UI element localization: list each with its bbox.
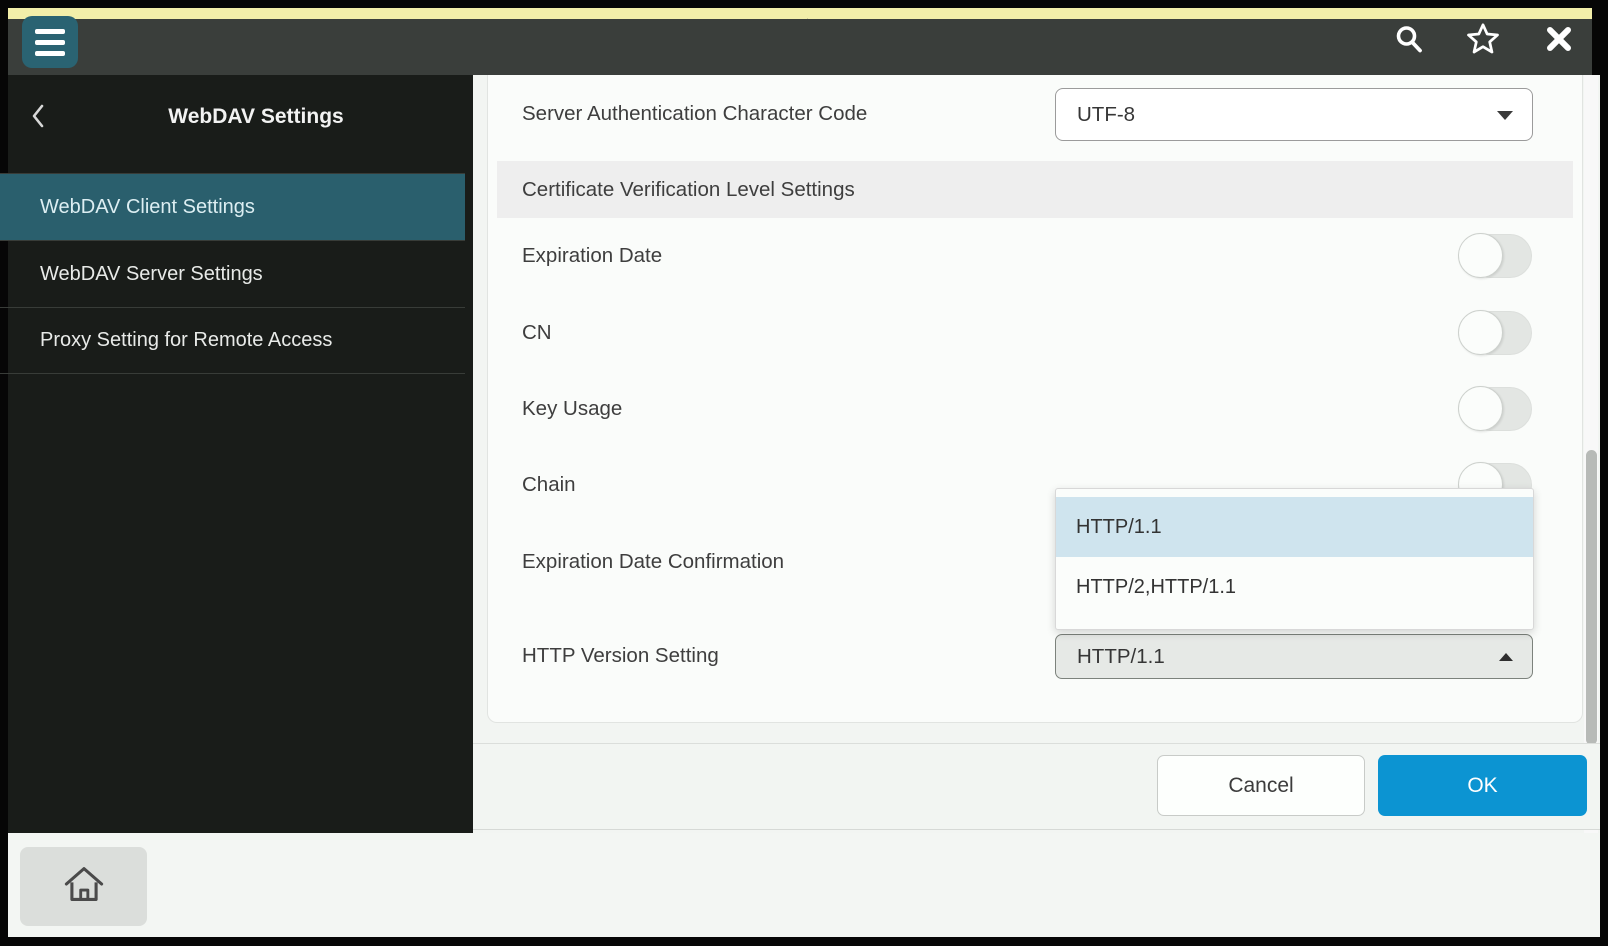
sidebar-item-proxy-setting-remote-access[interactable]: Proxy Setting for Remote Access [0, 307, 465, 374]
sidebar-list: WebDAV Client Settings WebDAV Server Set… [0, 173, 465, 374]
home-button[interactable] [20, 847, 147, 926]
toggle-knob [1458, 386, 1503, 431]
toggle-label-expiration-date-confirmation: Expiration Date Confirmation [522, 550, 784, 574]
bottom-bar [8, 833, 1600, 937]
back-button[interactable] [28, 104, 48, 132]
toggle-label-cn: CN [522, 321, 552, 345]
favorites-button[interactable] [1466, 24, 1500, 58]
star-icon [1466, 22, 1500, 61]
toggle-label-chain: Chain [522, 473, 576, 497]
cancel-button[interactable]: Cancel [1157, 755, 1365, 816]
hamburger-icon [35, 40, 65, 45]
http-version-label: HTTP Version Setting [522, 644, 719, 668]
toggle-knob [1458, 233, 1503, 278]
char-code-value: UTF-8 [1056, 103, 1135, 127]
toggle-label-key-usage: Key Usage [522, 397, 622, 421]
toggle-cn[interactable] [1458, 311, 1532, 355]
header-bar [8, 19, 1592, 75]
ok-button[interactable]: OK [1378, 755, 1587, 816]
sidebar-item-webdav-server-settings[interactable]: WebDAV Server Settings [0, 240, 465, 307]
remote-ui-screen: ««◆»» [0, 0, 1608, 946]
sidebar-item-webdav-client-settings[interactable]: WebDAV Client Settings [0, 173, 465, 240]
chevron-down-icon [1497, 111, 1513, 120]
toggle-key-usage[interactable] [1458, 387, 1532, 431]
http-version-dropdown-menu: HTTP/1.1 HTTP/2,HTTP/1.1 [1055, 488, 1534, 630]
toggle-expiration-date[interactable] [1458, 234, 1532, 278]
hamburger-icon [35, 29, 65, 34]
chevron-left-icon [30, 103, 46, 134]
sidebar-title: WebDAV Settings [60, 105, 452, 129]
close-button[interactable] [1542, 24, 1576, 58]
toggle-label-expiration-date: Expiration Date [522, 244, 662, 268]
home-icon [62, 863, 106, 910]
toggle-knob [1458, 310, 1503, 355]
char-code-select[interactable]: UTF-8 [1055, 88, 1533, 141]
hamburger-menu-button[interactable] [22, 16, 78, 68]
chevron-up-icon [1499, 653, 1513, 661]
sidebar-item-label: Proxy Setting for Remote Access [40, 329, 332, 352]
dropdown-option-http11[interactable]: HTTP/1.1 [1056, 497, 1533, 557]
search-icon [1393, 23, 1425, 60]
section-header: Certificate Verification Level Settings [497, 161, 1573, 218]
sidebar-item-label: WebDAV Server Settings [40, 263, 263, 286]
hamburger-icon [35, 51, 65, 56]
http-version-value: HTTP/1.1 [1056, 645, 1165, 669]
char-code-label: Server Authentication Character Code [522, 102, 867, 126]
dropdown-option-http2-http11[interactable]: HTTP/2,HTTP/1.1 [1056, 557, 1533, 617]
sidebar-item-label: WebDAV Client Settings [40, 196, 255, 219]
section-title: Certificate Verification Level Settings [522, 178, 855, 202]
search-button[interactable] [1392, 24, 1426, 58]
close-icon [1544, 24, 1574, 59]
http-version-select[interactable]: HTTP/1.1 [1055, 634, 1533, 679]
scrollbar-thumb[interactable] [1586, 450, 1597, 745]
